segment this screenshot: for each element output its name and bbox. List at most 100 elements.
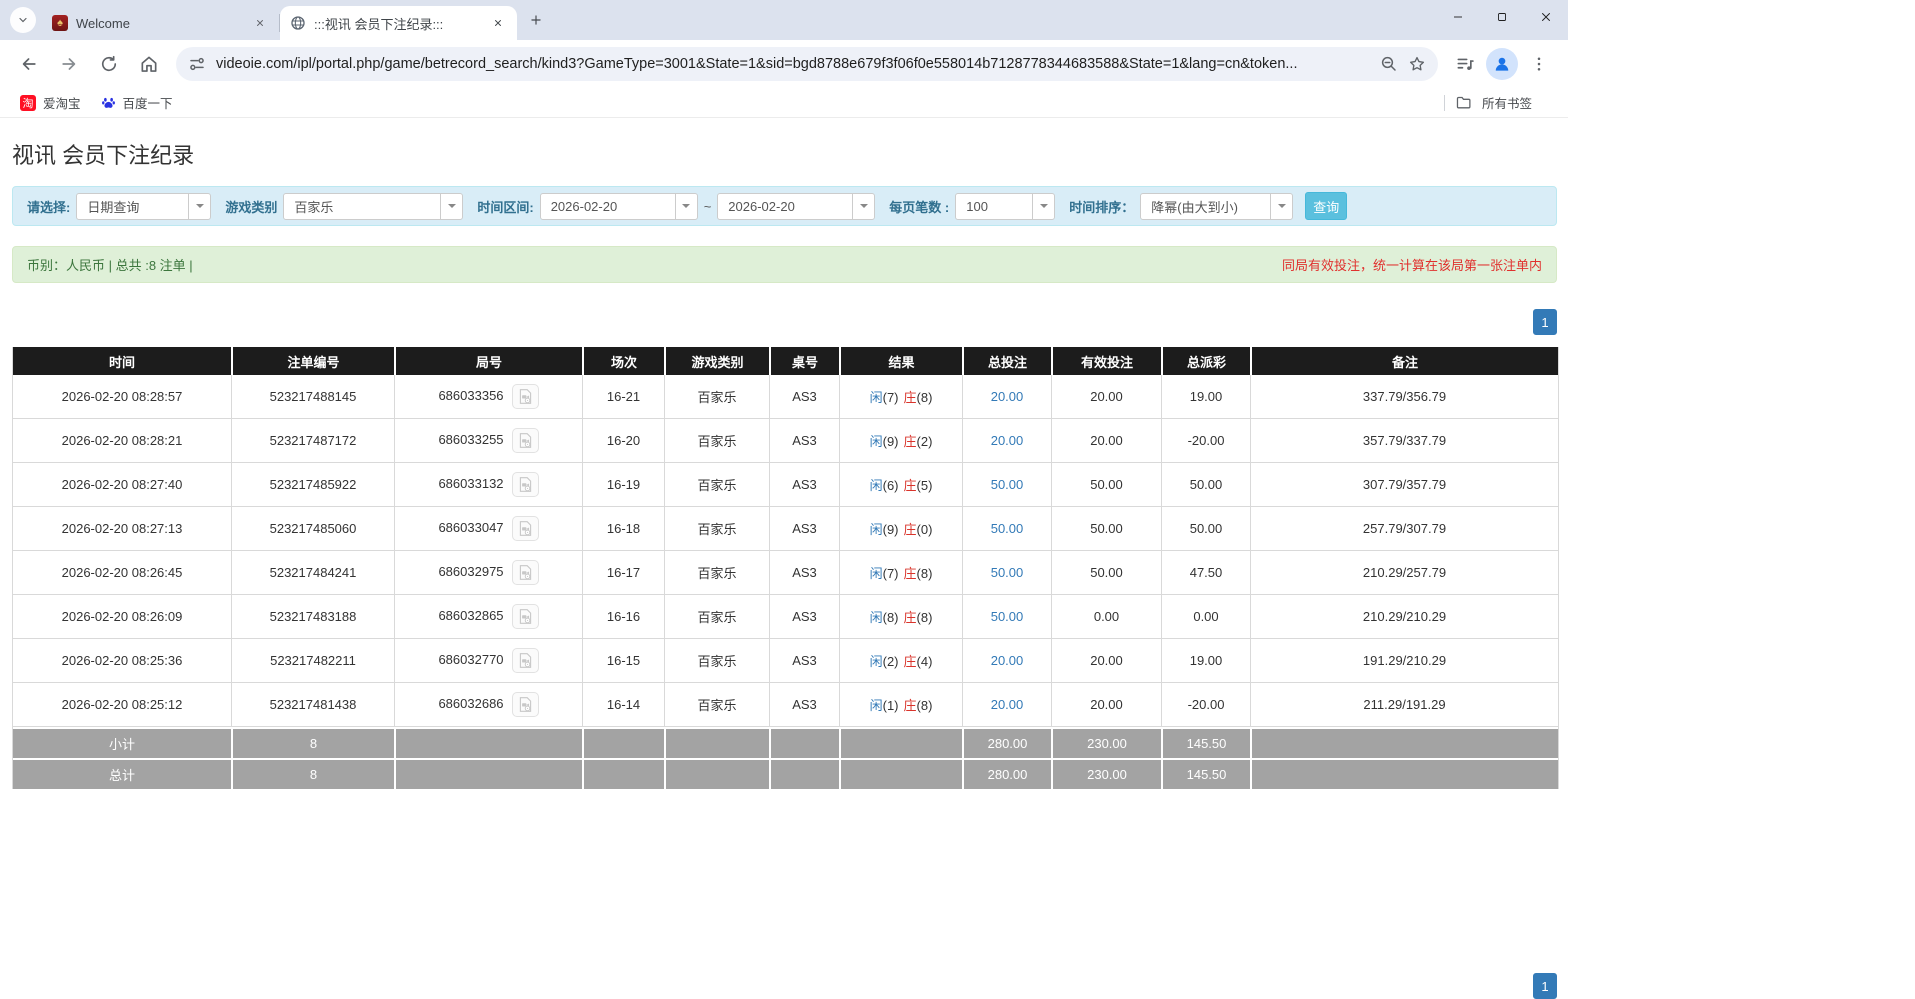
total-bet-link[interactable]: 20.00	[991, 389, 1024, 404]
date-to-select[interactable]: 2026-02-20	[717, 192, 876, 220]
game-type: 百家乐	[664, 683, 769, 727]
chevron-down-icon	[19, 17, 27, 23]
browser-window: ♠ Welcome :::视讯 会员下注纪录::: videoie.com/ip…	[0, 0, 1568, 118]
round-number: 686032770	[438, 651, 504, 667]
table-header: 时间 注单编号 局号 场次 游戏类别 桌号 结果 总投注 有效投注 总派彩 备注	[13, 347, 1558, 375]
bookmark-aitaobao[interactable]: 淘 爱淘宝	[10, 91, 91, 115]
table-no: AS3	[769, 507, 839, 551]
round-cell: 686033356	[394, 375, 582, 419]
back-button[interactable]	[10, 45, 48, 83]
bookmark-baidu[interactable]: 百度一下	[91, 91, 183, 115]
minimize-button[interactable]	[1436, 0, 1480, 34]
media-controls-icon[interactable]	[1446, 45, 1484, 83]
all-bookmarks[interactable]: 所有书签	[1443, 93, 1532, 112]
total-bet-link[interactable]: 50.00	[991, 565, 1024, 580]
round-number: 686032686	[438, 695, 504, 711]
tab-search-button[interactable]	[10, 7, 36, 33]
time-sort-select[interactable]: 降幂(由大到小)	[1140, 192, 1294, 220]
col-total-bet: 总投注	[962, 347, 1051, 375]
page-number-button-bottom[interactable]: 1	[1533, 973, 1557, 999]
profile-avatar[interactable]	[1486, 48, 1518, 80]
total-count: 8	[231, 758, 394, 789]
round-cell: 686033132	[394, 463, 582, 507]
total-bet-link[interactable]: 50.00	[991, 477, 1024, 492]
page-number-button[interactable]: 1	[1533, 309, 1557, 335]
game-type-select[interactable]: 百家乐	[283, 192, 464, 220]
reload-button[interactable]	[90, 45, 128, 83]
video-replay-button[interactable]	[511, 472, 539, 497]
video-replay-button[interactable]	[511, 384, 539, 409]
valid-bet: 20.00	[1051, 639, 1161, 683]
total-bet-sum: 280.00	[962, 758, 1051, 789]
total-label: 总计	[13, 758, 231, 789]
col-round: 局号	[394, 347, 582, 375]
pagination-top: 1	[12, 309, 1557, 335]
window-controls	[1436, 0, 1568, 34]
total-bet-link[interactable]: 20.00	[991, 653, 1024, 668]
select-mode-label: 请选择:	[27, 199, 71, 215]
col-time: 时间	[13, 347, 231, 375]
note: 191.29/210.29	[1250, 639, 1558, 683]
session: 16-17	[582, 551, 664, 595]
menu-kebab-icon[interactable]	[1520, 45, 1558, 83]
total-bet-link[interactable]: 20.00	[991, 433, 1024, 448]
tab-close-icon[interactable]	[489, 14, 507, 32]
game-type: 百家乐	[664, 375, 769, 419]
tab-welcome[interactable]: ♠ Welcome	[42, 6, 279, 40]
table-row: 2026-02-20 08:26:45 523217484241 6860329…	[13, 551, 1558, 595]
chevron-down-icon	[674, 193, 697, 219]
session: 16-18	[582, 507, 664, 551]
home-button[interactable]	[130, 45, 168, 83]
forward-button[interactable]	[50, 45, 88, 83]
chevron-down-icon	[1032, 193, 1054, 219]
round-number: 686032865	[438, 607, 504, 623]
video-replay-button[interactable]	[511, 516, 539, 541]
round-number: 686033132	[438, 475, 504, 491]
game-type: 百家乐	[664, 463, 769, 507]
bet-time: 2026-02-20 08:25:12	[13, 683, 231, 727]
payout: 0.00	[1161, 595, 1250, 639]
payout: 50.00	[1161, 463, 1250, 507]
maximize-button[interactable]	[1480, 0, 1524, 34]
address-bar[interactable]: videoie.com/ipl/portal.php/game/betrecor…	[176, 47, 1438, 81]
bet-id: 523217487172	[231, 419, 394, 463]
round-cell: 686032865	[394, 595, 582, 639]
col-game-type: 游戏类别	[664, 347, 769, 375]
time-sort-label: 时间排序：	[1069, 199, 1135, 215]
date-range-tilde: ~	[703, 198, 712, 214]
col-valid-bet: 有效投注	[1051, 347, 1161, 375]
all-bookmarks-label: 所有书签	[1481, 97, 1532, 111]
round-number: 686033255	[438, 431, 504, 447]
date-from-select[interactable]: 2026-02-20	[539, 192, 698, 220]
total-bet-link[interactable]: 50.00	[991, 609, 1024, 624]
total-bet-link[interactable]: 20.00	[991, 697, 1024, 712]
site-settings-icon[interactable]	[188, 55, 206, 73]
video-replay-button[interactable]	[511, 560, 539, 585]
chevron-down-icon	[440, 193, 462, 219]
video-replay-button[interactable]	[511, 604, 539, 629]
game-type: 百家乐	[664, 595, 769, 639]
zoom-out-icon[interactable]	[1380, 55, 1398, 73]
game-type: 百家乐	[664, 419, 769, 463]
page-size-select[interactable]: 100	[955, 192, 1056, 220]
query-mode-select[interactable]: 日期查询	[76, 192, 212, 220]
subtotal-row: 小计 8 280.00 230.00 145.50	[13, 727, 1558, 758]
video-replay-button[interactable]	[511, 648, 539, 673]
bookmark-star-icon[interactable]	[1408, 55, 1426, 73]
query-button[interactable]: 查询	[1305, 192, 1348, 220]
note: 357.79/337.79	[1250, 419, 1558, 463]
video-replay-button[interactable]	[511, 428, 539, 453]
bet-time: 2026-02-20 08:27:13	[13, 507, 231, 551]
bet-id: 523217485922	[231, 463, 394, 507]
tab-betrecord[interactable]: :::视讯 会员下注纪录:::	[280, 6, 517, 40]
session: 16-21	[582, 375, 664, 419]
new-tab-button[interactable]	[523, 7, 549, 33]
folder-icon	[1456, 96, 1471, 109]
result-cell: 闲(8) 庄(8)	[839, 595, 962, 639]
bet-time: 2026-02-20 08:26:45	[13, 551, 231, 595]
tab-close-icon[interactable]	[251, 14, 269, 32]
video-replay-button[interactable]	[511, 692, 539, 717]
close-window-button[interactable]	[1524, 0, 1568, 34]
bet-time: 2026-02-20 08:26:09	[13, 595, 231, 639]
total-bet-link[interactable]: 50.00	[991, 521, 1024, 536]
